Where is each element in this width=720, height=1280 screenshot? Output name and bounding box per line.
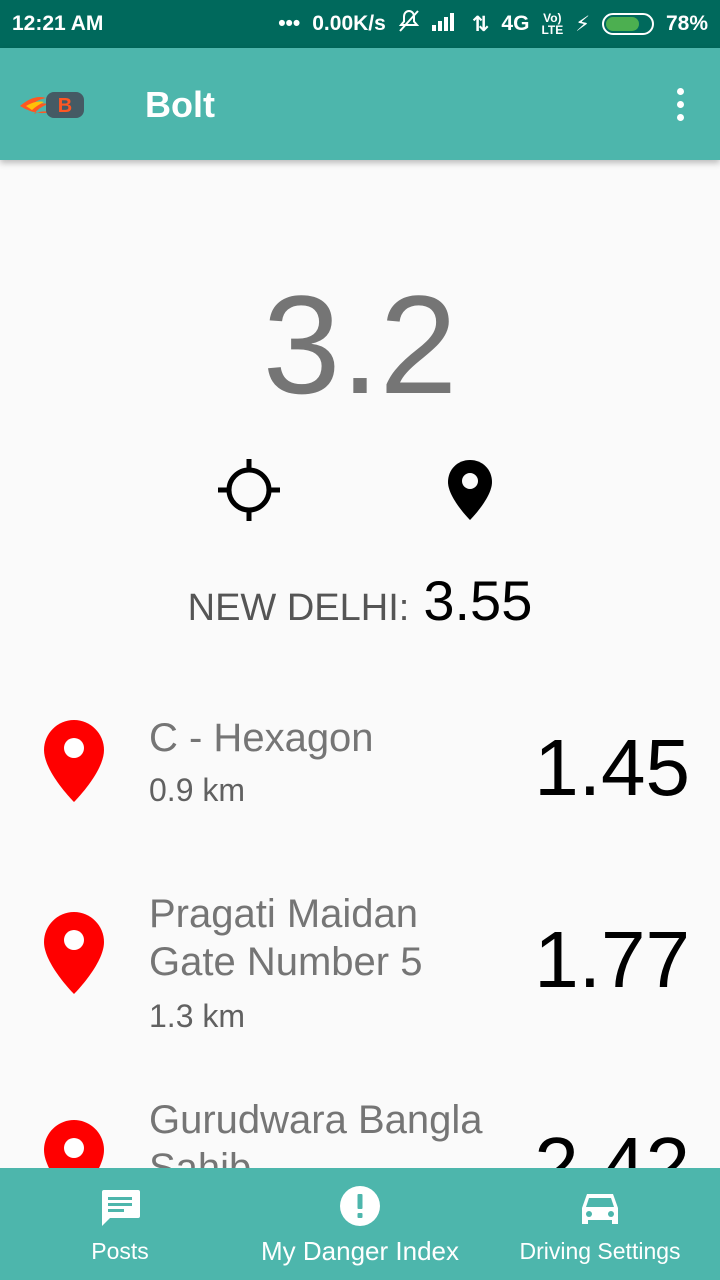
- battery-level: [605, 17, 640, 31]
- place-index-value: 1.77: [534, 915, 690, 1004]
- app-title: Bolt: [145, 84, 215, 125]
- volte-icon: Vo) LTE: [541, 11, 564, 37]
- nav-driving-settings[interactable]: Driving Settings: [480, 1168, 720, 1280]
- place-list-item[interactable]: C - Hexagon 0.9 km 1.45: [0, 710, 720, 860]
- place-name: Gurudwara Bangla Sahib: [149, 1098, 483, 1168]
- overflow-menu-icon[interactable]: [668, 84, 692, 124]
- city-index-row: NEW DELHI: 3.55: [0, 568, 720, 633]
- signal-icon: [431, 11, 460, 37]
- danger-index-screen[interactable]: 3.2 NEW DELHI: 3.55 C - Hexagon 0.9 km 1…: [0, 160, 720, 1168]
- nav-posts-label: Posts: [91, 1238, 149, 1264]
- place-pin-icon: [44, 1120, 104, 1168]
- my-danger-index-value: 3.2: [262, 266, 458, 423]
- data-arrows-icon: ⇅: [471, 12, 490, 36]
- app-bar: B Bolt: [0, 48, 720, 160]
- nav-driving-settings-label: Driving Settings: [519, 1238, 681, 1264]
- status-time: 12:21 AM: [12, 12, 104, 35]
- place-marker-icon[interactable]: [445, 458, 495, 522]
- chat-icon: [102, 1190, 140, 1226]
- nav-my-danger-index-label: My Danger Index: [261, 1236, 459, 1266]
- battery-icon: [601, 13, 654, 35]
- svg-text:B: B: [58, 95, 72, 117]
- my-location-icon[interactable]: [216, 457, 282, 523]
- city-index-value: 3.55: [423, 569, 533, 632]
- network-speed: 0.00K/s: [312, 12, 386, 35]
- car-icon: [582, 1194, 618, 1224]
- place-name: Pragati Maidan Gate Number 5: [149, 892, 423, 984]
- place-distance: 0.9 km: [149, 772, 246, 808]
- place-list-item[interactable]: Pragati Maidan Gate Number 5 1.3 km 1.77: [0, 890, 720, 1090]
- bottom-navigation: Posts My Danger Index Driving Settings: [0, 1168, 720, 1280]
- bolt-logo-icon: B: [20, 92, 84, 118]
- bell-off-icon: [398, 9, 420, 39]
- place-index-value: 1.45: [534, 723, 690, 812]
- city-label: NEW DELHI:: [187, 587, 410, 629]
- charging-icon: ⚡: [575, 12, 590, 36]
- alert-icon: [340, 1186, 380, 1226]
- place-pin-icon: [44, 912, 104, 994]
- status-bar: 12:21 AM ••• 0.00K/s ⇅ 4G Vo) LTE ⚡ 78%: [0, 0, 720, 48]
- battery-percent: 78%: [665, 12, 708, 35]
- place-name: C - Hexagon: [149, 716, 374, 760]
- nav-my-danger-index[interactable]: My Danger Index: [240, 1168, 480, 1280]
- place-list-item[interactable]: Gurudwara Bangla Sahib 2.42: [0, 1096, 720, 1168]
- place-pin-icon: [44, 720, 104, 802]
- place-distance: 1.3 km: [149, 998, 246, 1034]
- more-dots-icon: •••: [278, 12, 301, 35]
- nav-posts[interactable]: Posts: [0, 1168, 240, 1280]
- network-type: 4G: [501, 12, 530, 35]
- place-index-value: 2.42: [534, 1121, 690, 1169]
